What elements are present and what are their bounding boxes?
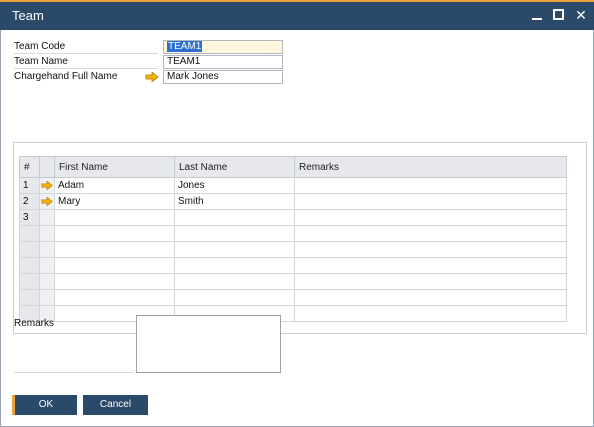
remarks-textarea[interactable] [136, 315, 281, 373]
row-link-cell[interactable] [39, 273, 55, 290]
remarks-cell[interactable] [294, 241, 567, 258]
maximize-icon [553, 9, 564, 20]
remarks-label: Remarks [14, 318, 55, 329]
last-name-cell[interactable]: Smith [174, 193, 295, 210]
team-form: Team Code TEAM1 Team Name TEAM1 Chargeha… [0, 30, 594, 427]
members-table: # First Name Last Name Remarks 1 Adam Jo… [19, 156, 567, 322]
row-number[interactable] [19, 241, 40, 258]
col-header-last-name[interactable]: Last Name [174, 156, 295, 178]
empty-row[interactable] [19, 241, 567, 258]
row-number[interactable] [19, 273, 40, 290]
remarks-cell[interactable] [294, 305, 567, 322]
link-arrow-icon[interactable] [41, 196, 53, 206]
team-code-value: TEAM1 [167, 41, 203, 52]
maximize-button[interactable] [549, 5, 569, 25]
first-name-cell[interactable] [54, 257, 175, 274]
remarks-cell[interactable] [294, 289, 567, 306]
col-header-number[interactable]: # [19, 156, 40, 178]
close-icon: ✕ [575, 7, 587, 23]
row-link-cell[interactable] [39, 289, 55, 306]
last-name-cell[interactable] [174, 241, 295, 258]
chargehand-label: Chargehand Full Name [14, 71, 118, 82]
first-name-cell[interactable] [54, 225, 175, 242]
divider [14, 53, 158, 54]
link-arrow-icon[interactable] [145, 72, 159, 82]
empty-row[interactable] [19, 289, 567, 306]
chargehand-field[interactable]: Mark Jones [163, 70, 283, 84]
col-header-link[interactable] [39, 156, 55, 178]
first-name-cell[interactable]: Mary [54, 193, 175, 210]
ok-button[interactable]: OK [12, 395, 77, 415]
divider [14, 68, 158, 69]
first-name-cell[interactable] [54, 241, 175, 258]
row-link-cell[interactable] [39, 209, 55, 226]
last-name-cell[interactable] [174, 273, 295, 290]
chargehand-value: Mark Jones [167, 71, 219, 82]
row-link-cell[interactable] [39, 177, 55, 194]
table-row[interactable]: 3 [19, 209, 567, 226]
first-name-cell[interactable] [54, 289, 175, 306]
team-name-value: TEAM1 [167, 56, 201, 67]
first-name-cell[interactable]: Adam [54, 177, 175, 194]
last-name-cell[interactable] [174, 209, 295, 226]
col-header-remarks[interactable]: Remarks [294, 156, 567, 178]
remarks-cell[interactable] [294, 257, 567, 274]
last-name-cell[interactable] [174, 225, 295, 242]
row-link-cell[interactable] [39, 225, 55, 242]
row-number[interactable] [19, 289, 40, 306]
row-number[interactable]: 3 [19, 209, 40, 226]
row-link-cell[interactable] [39, 257, 55, 274]
row-link-cell[interactable] [39, 193, 55, 210]
team-name-label: Team Name [14, 56, 68, 67]
team-code-field[interactable]: TEAM1 [163, 40, 283, 54]
remarks-cell[interactable] [294, 209, 567, 226]
cancel-button[interactable]: Cancel [83, 395, 148, 415]
row-link-cell[interactable] [39, 241, 55, 258]
divider [14, 372, 134, 373]
link-arrow-icon[interactable] [41, 180, 53, 190]
team-name-field[interactable]: TEAM1 [163, 55, 283, 69]
remarks-cell[interactable] [294, 177, 567, 194]
empty-row[interactable] [19, 305, 567, 322]
row-number[interactable] [19, 257, 40, 274]
col-header-first-name[interactable]: First Name [54, 156, 175, 178]
minimize-icon [532, 18, 542, 20]
first-name-cell[interactable] [54, 209, 175, 226]
team-members-grid: # First Name Last Name Remarks 1 Adam Jo… [13, 142, 587, 334]
title-bar: Team ✕ [0, 0, 594, 30]
row-number[interactable] [19, 225, 40, 242]
window-title: Team [12, 8, 44, 23]
minimize-button[interactable] [527, 5, 547, 25]
remarks-cell[interactable] [294, 273, 567, 290]
close-button[interactable]: ✕ [571, 5, 591, 25]
first-name-cell[interactable] [54, 273, 175, 290]
table-row[interactable]: 1 Adam Jones [19, 177, 567, 194]
row-number[interactable]: 2 [19, 193, 40, 210]
grid-header-row: # First Name Last Name Remarks [19, 156, 567, 178]
row-number[interactable]: 1 [19, 177, 40, 194]
last-name-cell[interactable] [174, 257, 295, 274]
last-name-cell[interactable] [174, 289, 295, 306]
team-code-label: Team Code [14, 41, 66, 52]
empty-row[interactable] [19, 273, 567, 290]
empty-row[interactable] [19, 225, 567, 242]
empty-row[interactable] [19, 257, 567, 274]
remarks-cell[interactable] [294, 225, 567, 242]
last-name-cell[interactable]: Jones [174, 177, 295, 194]
table-row[interactable]: 2 Mary Smith [19, 193, 567, 210]
remarks-cell[interactable] [294, 193, 567, 210]
